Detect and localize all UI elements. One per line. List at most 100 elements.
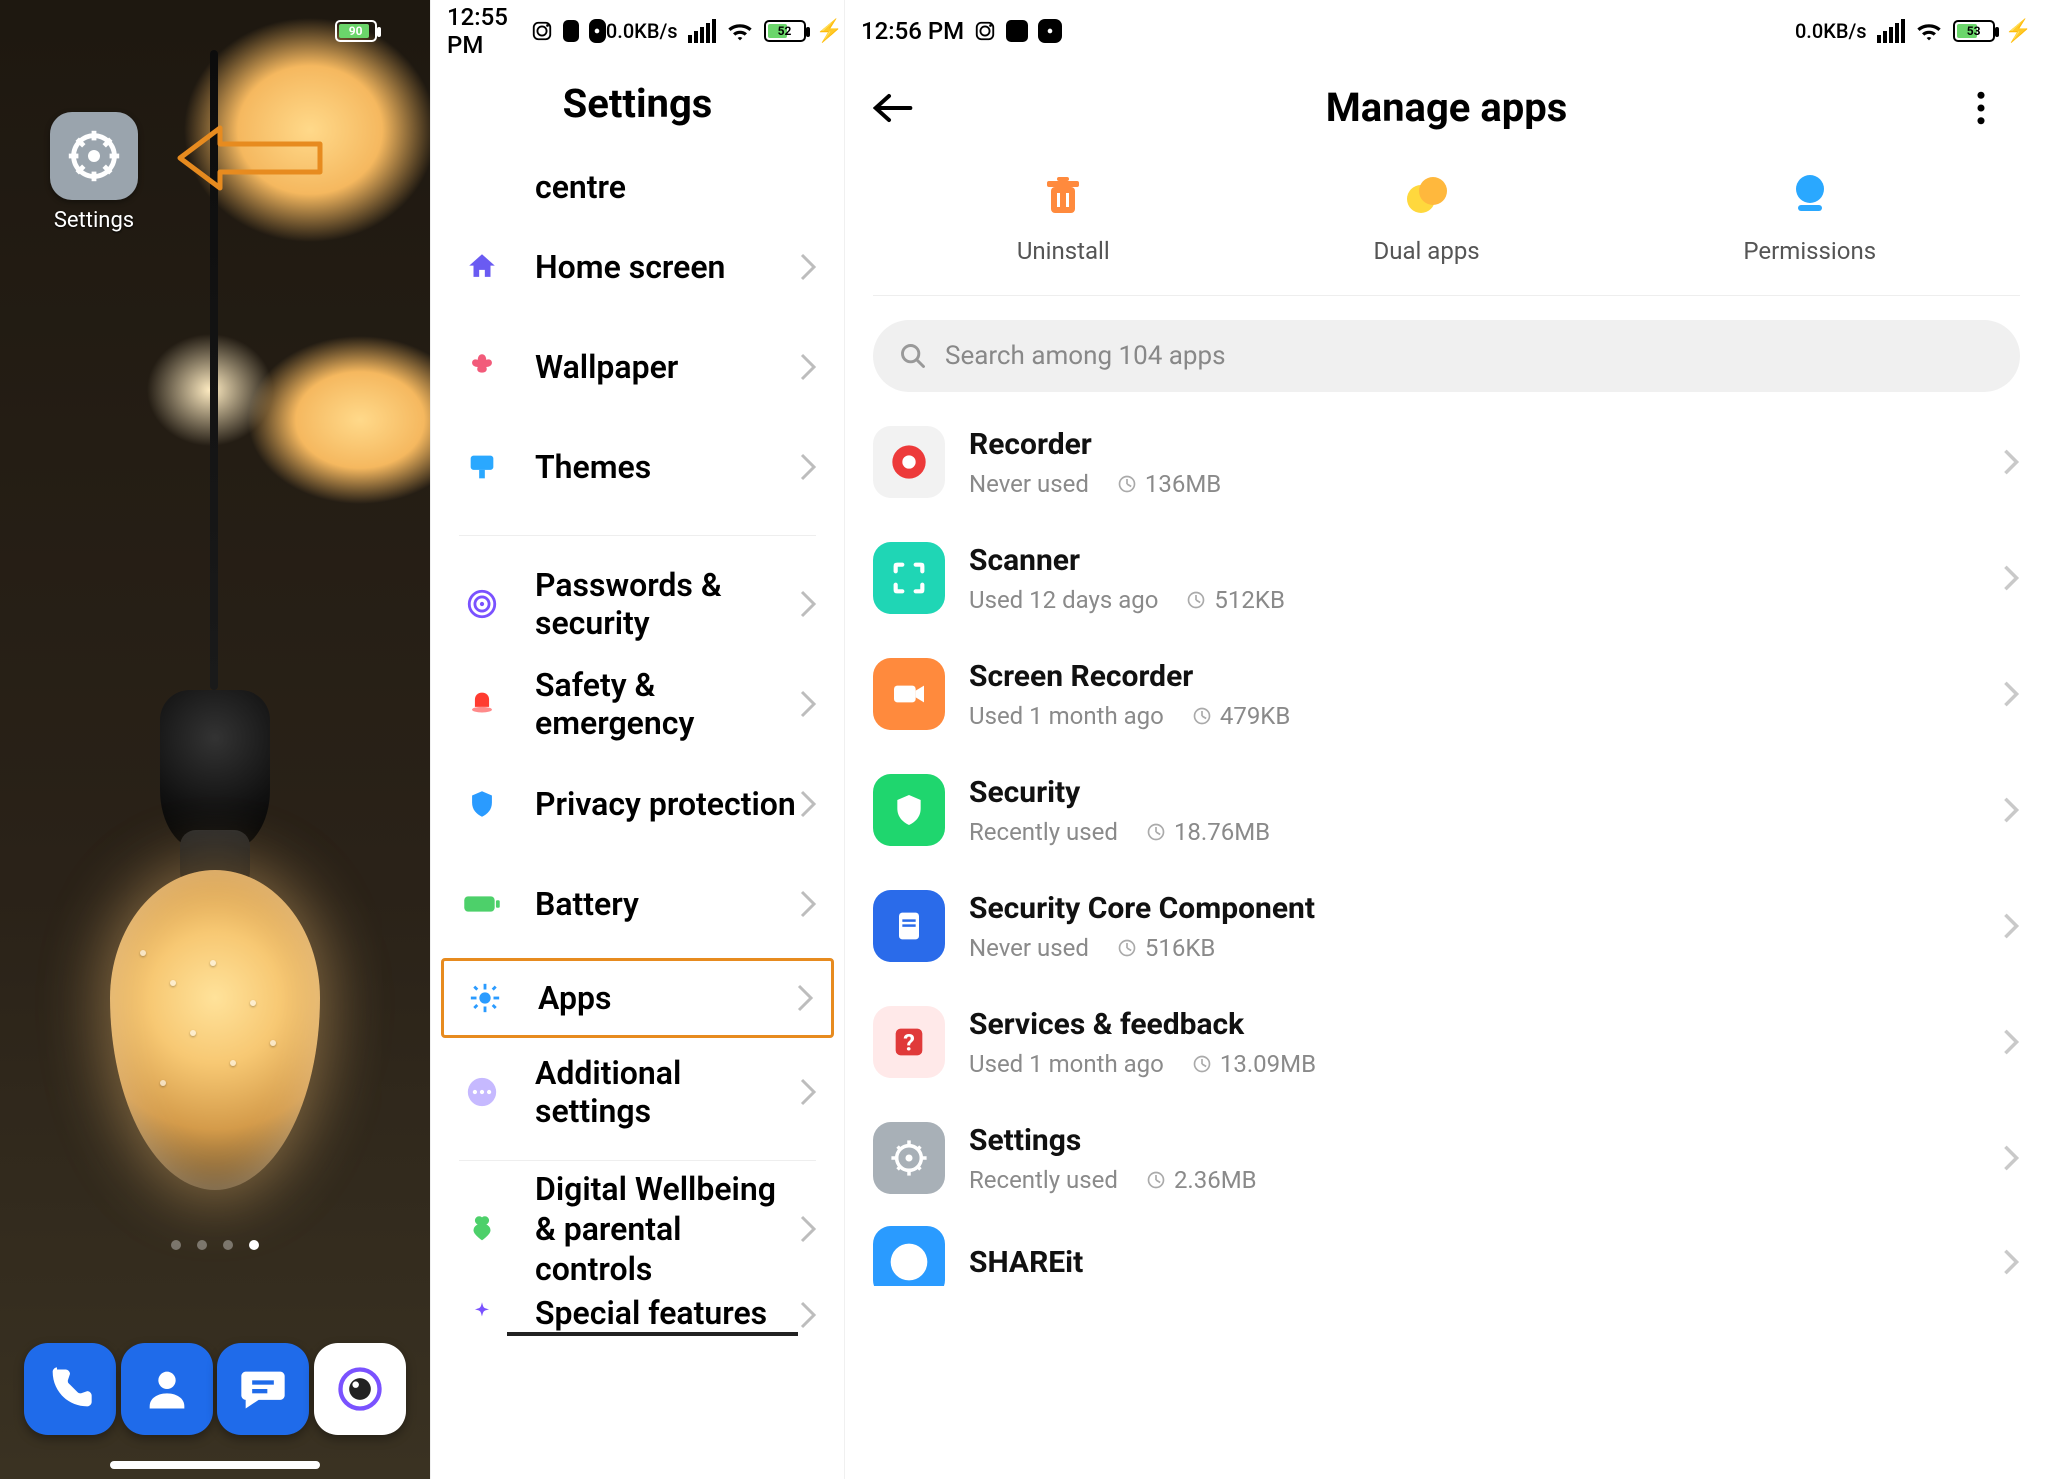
settings-row-battery[interactable]: Battery [431, 854, 844, 954]
chevron-right-icon [2002, 564, 2020, 592]
app-row[interactable]: ?Services & feedbackUsed 1 month ago13.0… [845, 984, 2048, 1100]
settings-row-special-features[interactable]: Special features [431, 1279, 844, 1351]
alert-icon [457, 687, 507, 721]
app-contacts[interactable] [121, 1343, 213, 1435]
app-icon [873, 774, 945, 846]
signal-icon [688, 19, 716, 43]
chevron-right-icon [798, 352, 818, 382]
search-placeholder: Search among 104 apps [945, 341, 1226, 371]
app-icon [873, 658, 945, 730]
app-usage: Recently used [969, 1166, 1118, 1194]
chevron-right-icon [795, 983, 815, 1013]
app-icon [873, 1122, 945, 1194]
chevron-right-icon [798, 689, 818, 719]
status-bar: 12:55 PM 0.0KB/s 52 ⚡ [431, 0, 844, 54]
app-row[interactable]: RecorderNever used136MB [845, 404, 2048, 520]
quick-action-uninstall[interactable]: Uninstall [1017, 167, 1110, 265]
settings-panel: 12:55 PM 0.0KB/s 52 ⚡ Settings centre Ho… [430, 0, 844, 1479]
wifi-icon [726, 20, 754, 42]
wifi-icon [1915, 20, 1943, 42]
flower-icon [457, 350, 507, 384]
heart-icon [457, 1212, 507, 1246]
status-data-rate: 0.0KB/s [1795, 19, 1867, 43]
app-usage: Used 1 month ago [969, 1050, 1164, 1078]
chevron-right-icon [2002, 1248, 2020, 1276]
settings-row-additional-settings[interactable]: Additional settings [431, 1042, 844, 1142]
app-list: RecorderNever used136MB Scanner Used 12 da… [845, 400, 2048, 1290]
search-icon [899, 342, 927, 370]
status-bar: 12:56 PM 0.0KB/s 53 ⚡ [845, 0, 2048, 54]
chevron-right-icon [798, 789, 818, 819]
app-size: 13.09MB [1192, 1050, 1316, 1078]
notification-icon [589, 19, 606, 43]
settings-list: Home screen Wallpaper Themes Passwords &… [431, 217, 844, 1351]
app-usage: Never used [969, 934, 1089, 962]
settings-row-partial[interactable]: centre [431, 157, 844, 217]
status-data-rate: 0.0KB/s [606, 19, 678, 43]
status-time: 12:56 PM [861, 17, 964, 45]
callout-arrow [170, 118, 330, 198]
app-messages[interactable] [217, 1343, 309, 1435]
star-icon [457, 1298, 507, 1332]
settings-row-apps[interactable]: Apps [441, 958, 834, 1038]
page-title: Manage apps [917, 84, 1976, 131]
settings-row-themes[interactable]: Themes [431, 417, 844, 517]
battery-icon: 53 [1953, 20, 1995, 42]
trash-icon [1035, 167, 1091, 223]
overflow-menu-button[interactable] [1976, 91, 2020, 125]
dock [0, 1343, 430, 1435]
settings-row-digital-wellbeing[interactable]: Digital Wellbeing & parental controls [431, 1179, 844, 1279]
chevron-right-icon [798, 252, 818, 282]
settings-row-passwords-security[interactable]: Passwords & security [431, 554, 844, 654]
chevron-right-icon [2002, 1144, 2020, 1172]
quick-actions: Uninstall Dual apps Permissions [845, 141, 2048, 295]
page-indicator[interactable] [0, 1240, 430, 1250]
app-row[interactable]: Screen RecorderUsed 1 month ago479KB [845, 636, 2048, 752]
app-phone[interactable] [24, 1343, 116, 1435]
app-name: SHAREit [969, 1245, 2002, 1280]
app-settings[interactable]: Settings [44, 112, 144, 233]
chevron-right-icon [2002, 1028, 2020, 1056]
settings-row-privacy-protection[interactable]: Privacy protection [431, 754, 844, 854]
settings-row-safety-emergency[interactable]: Safety & emergency [431, 654, 844, 754]
manage-apps-panel: 12:56 PM 0.0KB/s 53 ⚡ Manage apps Uninst… [844, 0, 2048, 1479]
app-row[interactable]: SHAREit [845, 1216, 2048, 1286]
quick-action-dual-apps[interactable]: Dual apps [1373, 167, 1479, 265]
app-size: 512KB [1186, 586, 1284, 614]
divider [459, 535, 816, 536]
home-indicator[interactable] [110, 1461, 320, 1469]
app-row[interactable]: SecurityRecently used18.76MB [845, 752, 2048, 868]
notification-icon [1006, 20, 1028, 42]
app-size: 2.36MB [1146, 1166, 1257, 1194]
notification-icon [531, 20, 553, 42]
back-button[interactable] [873, 93, 917, 123]
app-row[interactable]: SettingsRecently used2.36MB [845, 1100, 2048, 1216]
search-input[interactable]: Search among 104 apps [873, 320, 2020, 392]
battery-icon: 90 [335, 20, 377, 42]
brush-icon [457, 450, 507, 484]
app-size: 18.76MB [1146, 818, 1270, 846]
app-row[interactable]: Security Core ComponentNever used516KB [845, 868, 2048, 984]
settings-row-home-screen[interactable]: Home screen [431, 217, 844, 317]
battery-icon: 52 [764, 20, 806, 42]
app-name: Security [969, 775, 2002, 810]
shield-icon [457, 787, 507, 821]
app-name: Recorder [969, 427, 2002, 462]
status-time: 12:55 PM [447, 3, 521, 59]
app-icon [873, 890, 945, 962]
charging-icon: ⚡ [2005, 19, 2032, 44]
app-camera[interactable] [314, 1343, 406, 1435]
chevron-right-icon [798, 1077, 818, 1107]
app-icon [873, 426, 945, 498]
gear-icon [50, 112, 138, 200]
app-usage: Used 1 month ago [969, 702, 1164, 730]
notification-icon [1038, 19, 1062, 43]
header: Manage apps [845, 54, 2048, 141]
app-name: Scanner [969, 543, 2002, 578]
app-usage: Used 12 days ago [969, 586, 1158, 614]
quick-action-permissions[interactable]: Permissions [1743, 167, 1876, 265]
settings-row-wallpaper[interactable]: Wallpaper [431, 317, 844, 417]
app-row[interactable]: Scanner Used 12 days ago 512KB [845, 520, 2048, 636]
chevron-right-icon [2002, 448, 2020, 476]
app-icon [873, 1226, 945, 1286]
